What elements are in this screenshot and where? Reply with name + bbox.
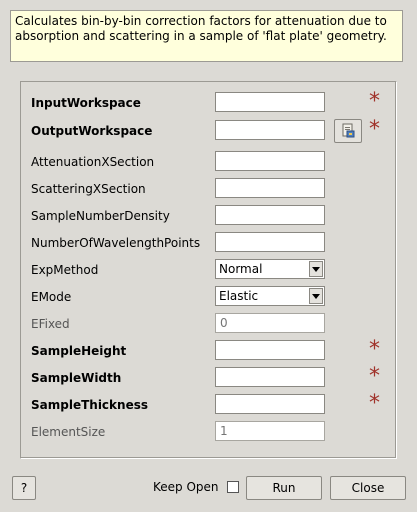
keep-open-checkbox[interactable] xyxy=(227,481,239,493)
required-icon: * xyxy=(369,89,380,114)
output-workspace-field[interactable] xyxy=(215,120,325,140)
algorithm-description: Calculates bin-by-bin correction factors… xyxy=(10,10,403,62)
row-sample-height: SampleHeight * xyxy=(21,337,396,362)
exp-method-value: Normal xyxy=(219,262,263,276)
row-sample-thickness: SampleThickness * xyxy=(21,391,396,416)
label-input-workspace: InputWorkspace xyxy=(31,96,141,110)
row-element-size: ElementSize xyxy=(21,421,396,443)
number-of-wavelength-points-field[interactable] xyxy=(215,232,325,252)
label-emode: EMode xyxy=(31,290,72,304)
label-attenuation-xsection: AttenuationXSection xyxy=(31,155,155,169)
sample-width-field[interactable] xyxy=(215,367,325,387)
label-output-workspace: OutputWorkspace xyxy=(31,124,153,138)
required-icon: * xyxy=(369,391,380,416)
sample-height-field[interactable] xyxy=(215,340,325,360)
label-number-of-wavelength-points: NumberOfWavelengthPoints xyxy=(31,236,201,250)
chevron-down-icon[interactable] xyxy=(309,288,323,304)
label-scattering-xsection: ScatteringXSection xyxy=(31,182,146,196)
properties-panel: InputWorkspace * OutputWorkspace * Atten… xyxy=(20,81,397,459)
emode-value: Elastic xyxy=(219,289,259,303)
input-workspace-field[interactable] xyxy=(215,92,325,112)
exp-method-select[interactable]: Normal xyxy=(215,259,325,279)
row-output-workspace: OutputWorkspace * xyxy=(21,117,396,143)
run-button[interactable]: Run xyxy=(246,476,322,500)
row-scattering-xsection: ScatteringXSection xyxy=(21,178,396,200)
label-sample-thickness: SampleThickness xyxy=(31,398,148,412)
label-efixed: EFixed xyxy=(31,317,70,331)
row-number-of-wavelength-points: NumberOfWavelengthPoints xyxy=(21,232,396,254)
close-button[interactable]: Close xyxy=(330,476,406,500)
help-button[interactable]: ? xyxy=(12,476,36,500)
element-size-field xyxy=(215,421,325,441)
chevron-down-icon[interactable] xyxy=(309,261,323,277)
sample-number-density-field[interactable] xyxy=(215,205,325,225)
emode-select[interactable]: Elastic xyxy=(215,286,325,306)
required-icon: * xyxy=(369,337,380,362)
row-sample-width: SampleWidth * xyxy=(21,364,396,389)
label-exp-method: ExpMethod xyxy=(31,263,99,277)
efixed-field xyxy=(215,313,325,333)
row-input-workspace: InputWorkspace * xyxy=(21,89,396,114)
label-sample-number-density: SampleNumberDensity xyxy=(31,209,170,223)
workspace-browse-icon xyxy=(342,123,355,138)
row-emode: EMode Elastic xyxy=(21,286,396,308)
keep-open-label: Keep Open xyxy=(153,480,219,494)
sample-thickness-field[interactable] xyxy=(215,394,325,414)
label-sample-height: SampleHeight xyxy=(31,344,127,358)
label-element-size: ElementSize xyxy=(31,425,106,439)
row-exp-method: ExpMethod Normal xyxy=(21,259,396,281)
label-sample-width: SampleWidth xyxy=(31,371,122,385)
row-efixed: EFixed xyxy=(21,313,396,335)
row-attenuation-xsection: AttenuationXSection xyxy=(21,151,396,173)
required-icon: * xyxy=(369,364,380,389)
required-icon: * xyxy=(369,117,380,142)
row-sample-number-density: SampleNumberDensity xyxy=(21,205,396,227)
scattering-xsection-field[interactable] xyxy=(215,178,325,198)
attenuation-xsection-field[interactable] xyxy=(215,151,325,171)
browse-workspace-button[interactable] xyxy=(334,119,362,143)
